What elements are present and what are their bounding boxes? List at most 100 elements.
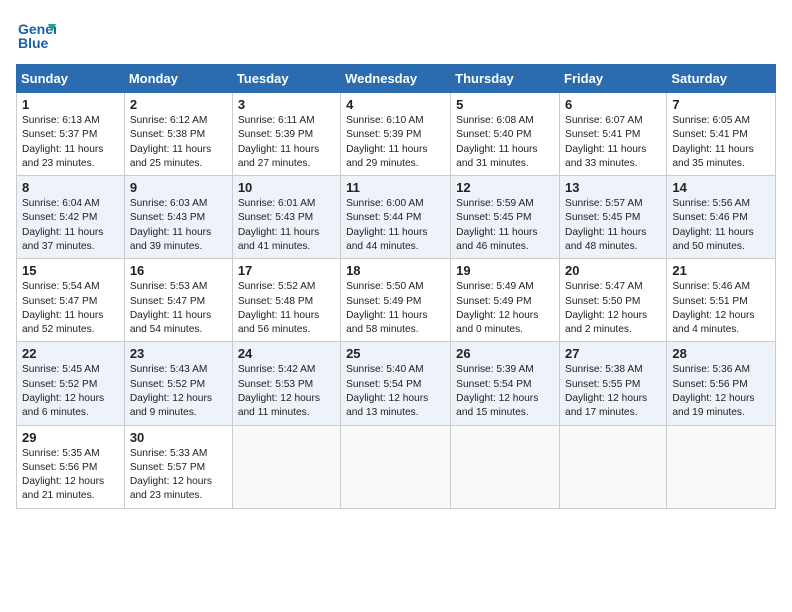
calendar-cell: 6Sunrise: 6:07 AMSunset: 5:41 PMDaylight… xyxy=(560,93,667,176)
day-number: 17 xyxy=(238,263,335,278)
day-number: 2 xyxy=(130,97,227,112)
calendar-cell xyxy=(451,425,560,508)
calendar-table: SundayMondayTuesdayWednesdayThursdayFrid… xyxy=(16,64,776,509)
day-number: 11 xyxy=(346,180,445,195)
day-number: 21 xyxy=(672,263,770,278)
day-number: 7 xyxy=(672,97,770,112)
cell-content: Sunrise: 5:38 AMSunset: 5:55 PMDaylight:… xyxy=(565,363,661,420)
cell-content: Sunrise: 6:10 AMSunset: 5:39 PMDaylight:… xyxy=(346,114,445,171)
cell-content: Sunrise: 5:42 AMSunset: 5:53 PMDaylight:… xyxy=(238,363,335,420)
calendar-cell: 5 Sunrise: 6:08 AMSunset: 5:40 PMDaylight… xyxy=(451,93,560,176)
day-number: 18 xyxy=(346,263,445,278)
calendar-week-row: 8 Sunrise: 6:04 AMSunset: 5:42 PMDaylight… xyxy=(17,176,776,259)
day-number: 5 xyxy=(456,97,554,112)
cell-content: Sunrise: 5:43 AMSunset: 5:52 PMDaylight:… xyxy=(130,363,227,420)
calendar-cell: 13 Sunrise: 5:57 AMSunset: 5:45 PMDayligh… xyxy=(560,176,667,259)
calendar-cell: 18 Sunrise: 5:50 AMSunset: 5:49 PMDayligh… xyxy=(341,259,451,342)
day-number: 15 xyxy=(22,263,119,278)
calendar-week-row: 1 Sunrise: 6:13 AMSunset: 5:37 PMDaylight… xyxy=(17,93,776,176)
calendar-cell: 20Sunrise: 5:47 AMSunset: 5:50 PMDayligh… xyxy=(560,259,667,342)
calendar-header-row: SundayMondayTuesdayWednesdayThursdayFrid… xyxy=(17,65,776,93)
calendar-cell: 11 Sunrise: 6:00 AMSunset: 5:44 PMDayligh… xyxy=(341,176,451,259)
day-number: 13 xyxy=(565,180,661,195)
cell-content: Sunrise: 5:36 AMSunset: 5:56 PMDaylight:… xyxy=(672,363,770,420)
day-number: 29 xyxy=(22,430,119,445)
calendar-cell: 26 Sunrise: 5:39 AMSunset: 5:54 PMDayligh… xyxy=(451,342,560,425)
calendar-cell: 16 Sunrise: 5:53 AMSunset: 5:47 PMDayligh… xyxy=(124,259,232,342)
cell-content: Sunrise: 5:39 AMSunset: 5:54 PMDaylight:… xyxy=(456,363,554,420)
cell-content: Sunrise: 6:01 AMSunset: 5:43 PMDaylight:… xyxy=(238,197,335,254)
calendar-cell: 10 Sunrise: 6:01 AMSunset: 5:43 PMDayligh… xyxy=(232,176,340,259)
cell-content: Sunrise: 5:56 AMSunset: 5:46 PMDaylight:… xyxy=(672,197,770,254)
calendar-cell: 24 Sunrise: 5:42 AMSunset: 5:53 PMDayligh… xyxy=(232,342,340,425)
col-header-tuesday: Tuesday xyxy=(232,65,340,93)
calendar-week-row: 29 Sunrise: 5:35 AMSunset: 5:56 PMDayligh… xyxy=(17,425,776,508)
calendar-cell xyxy=(232,425,340,508)
day-number: 3 xyxy=(238,97,335,112)
day-number: 26 xyxy=(456,346,554,361)
cell-content: Sunrise: 5:47 AMSunset: 5:50 PMDaylight:… xyxy=(565,280,661,337)
cell-content: Sunrise: 5:33 AMSunset: 5:57 PMDaylight:… xyxy=(130,447,227,504)
col-header-saturday: Saturday xyxy=(667,65,776,93)
col-header-sunday: Sunday xyxy=(17,65,125,93)
logo-icon: General Blue xyxy=(16,16,56,56)
day-number: 23 xyxy=(130,346,227,361)
calendar-cell: 14 Sunrise: 5:56 AMSunset: 5:46 PMDayligh… xyxy=(667,176,776,259)
cell-content: Sunrise: 6:00 AMSunset: 5:44 PMDaylight:… xyxy=(346,197,445,254)
calendar-cell: 4Sunrise: 6:10 AMSunset: 5:39 PMDaylight… xyxy=(341,93,451,176)
day-number: 9 xyxy=(130,180,227,195)
cell-content: Sunrise: 5:49 AMSunset: 5:49 PMDaylight:… xyxy=(456,280,554,337)
calendar-cell: 7 Sunrise: 6:05 AMSunset: 5:41 PMDaylight… xyxy=(667,93,776,176)
day-number: 27 xyxy=(565,346,661,361)
cell-content: Sunrise: 6:07 AMSunset: 5:41 PMDaylight:… xyxy=(565,114,661,171)
svg-text:Blue: Blue xyxy=(18,35,49,51)
day-number: 25 xyxy=(346,346,445,361)
cell-content: Sunrise: 6:05 AMSunset: 5:41 PMDaylight:… xyxy=(672,114,770,171)
cell-content: Sunrise: 5:45 AMSunset: 5:52 PMDaylight:… xyxy=(22,363,119,420)
calendar-cell: 28 Sunrise: 5:36 AMSunset: 5:56 PMDayligh… xyxy=(667,342,776,425)
day-number: 8 xyxy=(22,180,119,195)
day-number: 24 xyxy=(238,346,335,361)
cell-content: Sunrise: 5:57 AMSunset: 5:45 PMDaylight:… xyxy=(565,197,661,254)
day-number: 28 xyxy=(672,346,770,361)
cell-content: Sunrise: 5:50 AMSunset: 5:49 PMDaylight:… xyxy=(346,280,445,337)
cell-content: Sunrise: 6:12 AMSunset: 5:38 PMDaylight:… xyxy=(130,114,227,171)
calendar-cell: 17 Sunrise: 5:52 AMSunset: 5:48 PMDayligh… xyxy=(232,259,340,342)
calendar-cell: 3 Sunrise: 6:11 AMSunset: 5:39 PMDaylight… xyxy=(232,93,340,176)
cell-content: Sunrise: 6:03 AMSunset: 5:43 PMDaylight:… xyxy=(130,197,227,254)
cell-content: Sunrise: 6:13 AMSunset: 5:37 PMDaylight:… xyxy=(22,114,119,171)
cell-content: Sunrise: 5:40 AMSunset: 5:54 PMDaylight:… xyxy=(346,363,445,420)
calendar-cell: 2 Sunrise: 6:12 AMSunset: 5:38 PMDaylight… xyxy=(124,93,232,176)
day-number: 22 xyxy=(22,346,119,361)
cell-content: Sunrise: 5:53 AMSunset: 5:47 PMDaylight:… xyxy=(130,280,227,337)
cell-content: Sunrise: 6:11 AMSunset: 5:39 PMDaylight:… xyxy=(238,114,335,171)
cell-content: Sunrise: 5:52 AMSunset: 5:48 PMDaylight:… xyxy=(238,280,335,337)
day-number: 1 xyxy=(22,97,119,112)
col-header-thursday: Thursday xyxy=(451,65,560,93)
cell-content: Sunrise: 6:08 AMSunset: 5:40 PMDaylight:… xyxy=(456,114,554,171)
cell-content: Sunrise: 6:04 AMSunset: 5:42 PMDaylight:… xyxy=(22,197,119,254)
calendar-cell: 29 Sunrise: 5:35 AMSunset: 5:56 PMDayligh… xyxy=(17,425,125,508)
col-header-wednesday: Wednesday xyxy=(341,65,451,93)
calendar-cell xyxy=(341,425,451,508)
calendar-cell: 23 Sunrise: 5:43 AMSunset: 5:52 PMDayligh… xyxy=(124,342,232,425)
day-number: 14 xyxy=(672,180,770,195)
calendar-cell: 12Sunrise: 5:59 AMSunset: 5:45 PMDayligh… xyxy=(451,176,560,259)
calendar-week-row: 15 Sunrise: 5:54 AMSunset: 5:47 PMDayligh… xyxy=(17,259,776,342)
day-number: 19 xyxy=(456,263,554,278)
day-number: 16 xyxy=(130,263,227,278)
calendar-cell: 25 Sunrise: 5:40 AMSunset: 5:54 PMDayligh… xyxy=(341,342,451,425)
calendar-cell: 9 Sunrise: 6:03 AMSunset: 5:43 PMDaylight… xyxy=(124,176,232,259)
cell-content: Sunrise: 5:35 AMSunset: 5:56 PMDaylight:… xyxy=(22,447,119,504)
day-number: 30 xyxy=(130,430,227,445)
calendar-cell xyxy=(560,425,667,508)
logo: General Blue xyxy=(16,16,60,56)
calendar-cell: 8 Sunrise: 6:04 AMSunset: 5:42 PMDaylight… xyxy=(17,176,125,259)
calendar-cell: 30 Sunrise: 5:33 AMSunset: 5:57 PMDayligh… xyxy=(124,425,232,508)
cell-content: Sunrise: 5:54 AMSunset: 5:47 PMDaylight:… xyxy=(22,280,119,337)
day-number: 10 xyxy=(238,180,335,195)
cell-content: Sunrise: 5:46 AMSunset: 5:51 PMDaylight:… xyxy=(672,280,770,337)
col-header-monday: Monday xyxy=(124,65,232,93)
calendar-cell: 27 Sunrise: 5:38 AMSunset: 5:55 PMDayligh… xyxy=(560,342,667,425)
page-header: General Blue xyxy=(16,16,776,56)
